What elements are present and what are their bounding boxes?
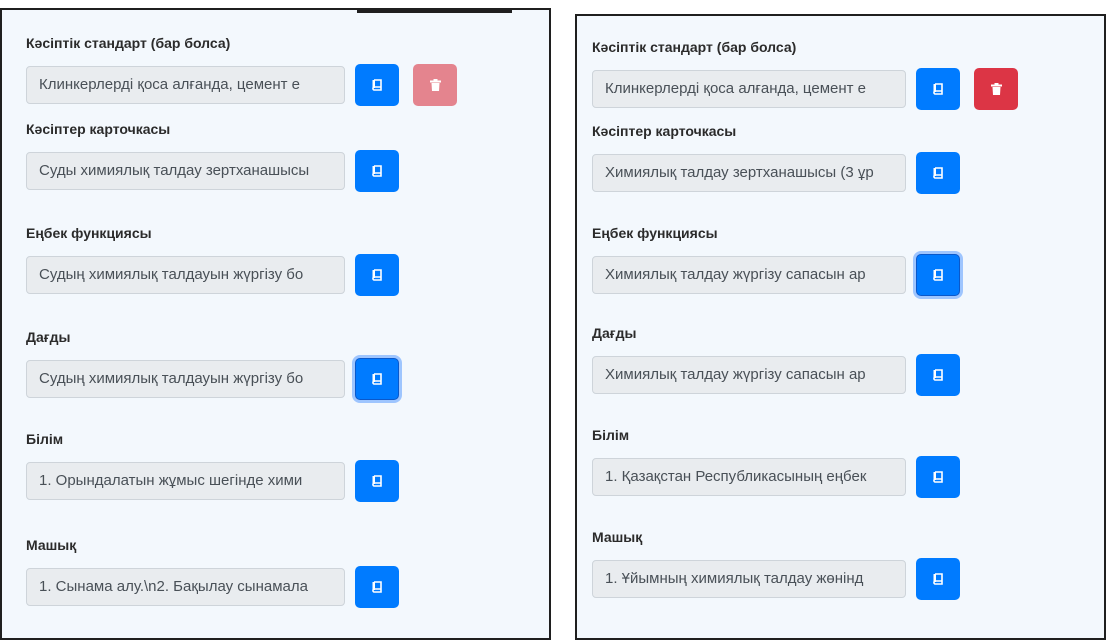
field-label: Еңбек функциясы [26, 225, 152, 241]
field-label: Кәсіптік стандарт (бар болса) [26, 35, 231, 51]
profession-card-input[interactable]: Химиялық талдау зертханашысы (3 ұр [592, 154, 906, 192]
professional-standard-input[interactable]: Клинкерлерді қоса алғанда, цемент е [592, 70, 906, 108]
book-icon [372, 165, 382, 177]
trash-icon [429, 79, 441, 91]
left-form-panel: Кәсіптік стандарт (бар болса) Клинкерлер… [0, 8, 551, 640]
panel-top-divider [357, 10, 512, 13]
field-skill: Дағды Химиялық талдау жүргізу сапасын ар [592, 324, 960, 396]
view-button[interactable] [355, 254, 399, 296]
professional-standard-input[interactable]: Клинкерлерді қоса алғанда, цемент е [26, 66, 345, 104]
view-button[interactable] [355, 566, 399, 608]
book-icon [933, 369, 943, 381]
field-practice: Машық 1. Сынама алу.\n2. Бақылау сынамал… [26, 536, 399, 608]
field-labor-function: Еңбек функциясы Судың химиялық талдауын … [26, 224, 399, 296]
book-icon [372, 373, 382, 385]
view-button[interactable] [355, 64, 399, 106]
book-icon [933, 573, 943, 585]
field-label: Дағды [26, 329, 71, 345]
field-label: Білім [592, 427, 630, 443]
field-label: Білім [26, 431, 64, 447]
field-label: Кәсіптік стандарт (бар болса) [592, 39, 797, 55]
field-labor-function: Еңбек функциясы Химиялық талдау жүргізу … [592, 224, 960, 296]
view-button[interactable] [916, 68, 960, 110]
profession-card-input[interactable]: Суды химиялық талдау зертханашысы [26, 152, 345, 190]
delete-button[interactable] [413, 64, 457, 106]
skill-input[interactable]: Химиялық талдау жүргізу сапасын ар [592, 356, 906, 394]
knowledge-input[interactable]: 1. Қазақстан Республикасының еңбек [592, 458, 906, 496]
book-icon [933, 167, 943, 179]
field-practice: Машық 1. Ұйымның химиялық талдау жөнінд [592, 528, 960, 600]
practice-input[interactable]: 1. Сынама алу.\n2. Бақылау сынамала [26, 568, 345, 606]
labor-function-input[interactable]: Судың химиялық талдауын жүргізу бо [26, 256, 345, 294]
view-button[interactable] [916, 456, 960, 498]
view-button[interactable] [916, 254, 960, 296]
book-icon [372, 79, 382, 91]
field-knowledge: Білім 1. Қазақстан Республикасының еңбек [592, 426, 960, 498]
labor-function-input[interactable]: Химиялық талдау жүргізу сапасын ар [592, 256, 906, 294]
book-icon [372, 581, 382, 593]
book-icon [372, 269, 382, 281]
trash-icon [990, 83, 1002, 95]
skill-input[interactable]: Судың химиялық талдауын жүргізу бо [26, 360, 345, 398]
practice-input[interactable]: 1. Ұйымның химиялық талдау жөнінд [592, 560, 906, 598]
field-profession-card: Кәсіптер карточкасы Суды химиялық талдау… [26, 120, 399, 192]
field-professional-standard: Кәсіптік стандарт (бар болса) Клинкерлер… [592, 38, 1018, 110]
view-button[interactable] [355, 150, 399, 192]
field-profession-card: Кәсіптер карточкасы Химиялық талдау зерт… [592, 122, 960, 194]
field-label: Дағды [592, 325, 637, 341]
field-label: Кәсіптер карточкасы [26, 121, 171, 137]
view-button[interactable] [916, 558, 960, 600]
field-label: Машық [26, 537, 77, 553]
right-form-panel: Кәсіптік стандарт (бар болса) Клинкерлер… [575, 14, 1106, 640]
view-button[interactable] [355, 358, 399, 400]
book-icon [933, 471, 943, 483]
delete-button[interactable] [974, 68, 1018, 110]
field-label: Машық [592, 529, 643, 545]
field-label: Еңбек функциясы [592, 225, 718, 241]
view-button[interactable] [916, 354, 960, 396]
book-icon [933, 83, 943, 95]
field-professional-standard: Кәсіптік стандарт (бар болса) Клинкерлер… [26, 34, 457, 106]
book-icon [372, 475, 382, 487]
field-knowledge: Білім 1. Орындалатын жұмыс шегінде хими [26, 430, 399, 502]
field-label: Кәсіптер карточкасы [592, 123, 737, 139]
book-icon [933, 269, 943, 281]
view-button[interactable] [916, 152, 960, 194]
view-button[interactable] [355, 460, 399, 502]
field-skill: Дағды Судың химиялық талдауын жүргізу бо [26, 328, 399, 400]
knowledge-input[interactable]: 1. Орындалатын жұмыс шегінде хими [26, 462, 345, 500]
